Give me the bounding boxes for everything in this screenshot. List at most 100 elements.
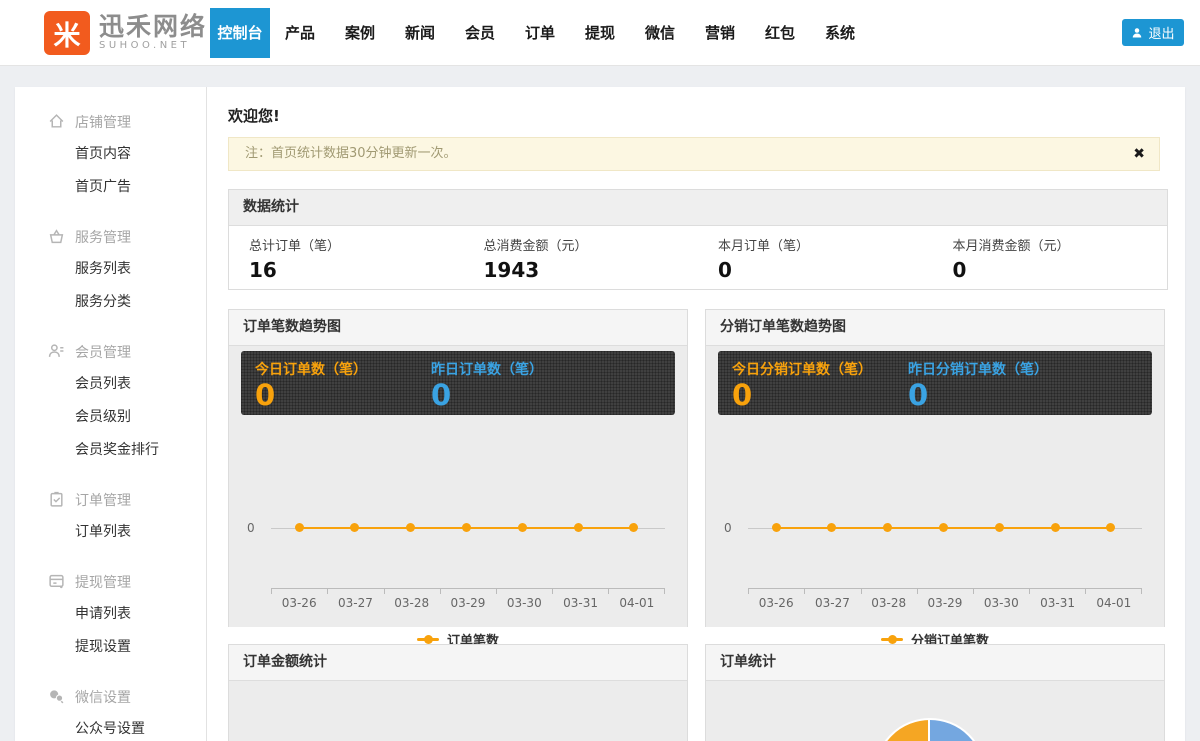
stat-value: 1943 xyxy=(484,258,699,282)
pie-chart xyxy=(874,718,986,741)
notice-bar: 注：首页统计数据30分钟更新一次。 ✖ xyxy=(228,137,1160,171)
x-tick-label: 03-27 xyxy=(804,596,860,610)
data-point xyxy=(883,523,892,532)
y-axis-zero-label: 0 xyxy=(247,521,255,535)
x-tick-label: 03-31 xyxy=(1029,596,1085,610)
data-point xyxy=(995,523,1004,532)
dist-trend-summary-box: 今日分销订单数（笔） 0 昨日分销订单数（笔） 0 xyxy=(718,351,1152,415)
data-point xyxy=(939,523,948,532)
x-tick-label: 03-27 xyxy=(327,596,383,610)
brand-name-cn: 迅禾网络 xyxy=(99,14,207,40)
stats-panel-title: 数据统计 xyxy=(229,190,1167,226)
axis-tick xyxy=(327,589,328,594)
close-icon[interactable]: ✖ xyxy=(1133,138,1145,170)
sidebar-item-official-account-settings[interactable]: 公众号设置 xyxy=(15,713,206,741)
sidebar-section-service: 服务管理 服务列表 服务分类 xyxy=(15,220,206,319)
notice-text: 注：首页统计数据30分钟更新一次。 xyxy=(245,146,457,161)
sidebar-section-shop: 店铺管理 首页内容 首页广告 xyxy=(15,105,206,204)
sidebar-item-apply-list[interactable]: 申请列表 xyxy=(15,598,206,631)
order-stat-chart-area xyxy=(706,681,1164,741)
axis-tick xyxy=(664,589,665,594)
stats-body: 总计订单（笔） 16 总消费金额（元） 1943 本月订单（笔） 0 本月消费金… xyxy=(229,226,1167,290)
sidebar-section-title: 会员管理 xyxy=(75,342,131,362)
brand-logo[interactable]: 米 迅禾网络 SUHOO.NET xyxy=(44,11,207,55)
sidebar-section-member: 会员管理 会员列表 会员级别 会员奖金排行 xyxy=(15,335,206,467)
brand-name-en: SUHOO.NET xyxy=(99,40,207,52)
nav-item-console[interactable]: 控制台 xyxy=(210,8,270,58)
sidebar-item-homepage-content[interactable]: 首页内容 xyxy=(15,138,206,171)
dist-trend-title: 分销订单笔数趋势图 xyxy=(706,310,1164,346)
logout-button[interactable]: 退出 xyxy=(1122,19,1184,46)
axis-tick xyxy=(1029,589,1030,594)
axis-tick xyxy=(973,589,974,594)
stat-month-amount: 本月消费金额（元） 0 xyxy=(933,226,1168,290)
sidebar-item-service-category[interactable]: 服务分类 xyxy=(15,286,206,319)
today-dist-orders-value: 0 xyxy=(732,379,872,411)
data-point xyxy=(574,523,583,532)
sidebar-header-member: 会员管理 xyxy=(15,335,206,368)
order-trend-panel: 订单笔数趋势图 今日订单数（笔） 0 昨日订单数（笔） 0 0 xyxy=(228,309,688,627)
brand-text: 迅禾网络 SUHOO.NET xyxy=(99,14,207,52)
yesterday-orders: 昨日订单数（笔） 0 xyxy=(431,359,543,411)
x-tick-label: 03-29 xyxy=(440,596,496,610)
sidebar-item-member-bonus-rank[interactable]: 会员奖金排行 xyxy=(15,434,206,467)
today-orders-value: 0 xyxy=(255,379,367,411)
sidebar-item-service-list[interactable]: 服务列表 xyxy=(15,253,206,286)
axis-tick xyxy=(804,589,805,594)
x-tick-label: 03-31 xyxy=(552,596,608,610)
order-amount-panel: 订单金额统计 xyxy=(228,644,688,741)
dist-trend-panel: 分销订单笔数趋势图 今日分销订单数（笔） 0 昨日分销订单数（笔） 0 0 xyxy=(705,309,1165,627)
sidebar-header-withdraw: 提现管理 xyxy=(15,565,206,598)
axis-tick xyxy=(496,589,497,594)
axis-tick xyxy=(552,589,553,594)
x-axis xyxy=(271,588,665,589)
axis-tick xyxy=(440,589,441,594)
nav-item-orders[interactable]: 订单 xyxy=(510,8,570,58)
data-point xyxy=(350,523,359,532)
nav-item-news[interactable]: 新闻 xyxy=(390,8,450,58)
x-tick-label: 03-30 xyxy=(973,596,1029,610)
nav-item-wechat[interactable]: 微信 xyxy=(630,8,690,58)
clipboard-check-icon xyxy=(48,491,65,508)
nav-item-system[interactable]: 系统 xyxy=(810,8,870,58)
yesterday-dist-orders-value: 0 xyxy=(908,379,1048,411)
data-point xyxy=(518,523,527,532)
data-point xyxy=(772,523,781,532)
data-point xyxy=(827,523,836,532)
nav-item-products[interactable]: 产品 xyxy=(270,8,330,58)
logout-label: 退出 xyxy=(1148,23,1174,42)
sidebar-section-title: 店铺管理 xyxy=(75,112,131,132)
nav-item-cases[interactable]: 案例 xyxy=(330,8,390,58)
sidebar-item-member-list[interactable]: 会员列表 xyxy=(15,368,206,401)
basket-icon xyxy=(48,228,65,245)
person-icon xyxy=(1131,27,1143,39)
top-bar: 米 迅禾网络 SUHOO.NET 控制台 产品 案例 新闻 会员 订单 提现 微… xyxy=(0,0,1200,66)
logo-icon: 米 xyxy=(44,11,90,55)
today-dist-orders: 今日分销订单数（笔） 0 xyxy=(732,359,872,411)
sidebar-item-order-list[interactable]: 订单列表 xyxy=(15,516,206,549)
main-content: 欢迎您! 注：首页统计数据30分钟更新一次。 ✖ 数据统计 总计订单（笔） 16… xyxy=(207,87,1185,741)
nav-item-marketing[interactable]: 营销 xyxy=(690,8,750,58)
data-point xyxy=(295,523,304,532)
sidebar-section-withdraw: 提现管理 申请列表 提现设置 xyxy=(15,565,206,664)
yesterday-orders-value: 0 xyxy=(431,379,543,411)
nav-item-members[interactable]: 会员 xyxy=(450,8,510,58)
axis-tick xyxy=(271,589,272,594)
x-tick-label: 03-30 xyxy=(496,596,552,610)
sidebar-header-service: 服务管理 xyxy=(15,220,206,253)
x-tick-label: 04-01 xyxy=(609,596,665,610)
sidebar-header-wechat: 微信设置 xyxy=(15,680,206,713)
sidebar-item-homepage-ads[interactable]: 首页广告 xyxy=(15,171,206,204)
sidebar-item-member-level[interactable]: 会员级别 xyxy=(15,401,206,434)
axis-tick xyxy=(608,589,609,594)
nav-item-withdraw[interactable]: 提现 xyxy=(570,8,630,58)
today-orders-label: 今日订单数（笔） xyxy=(255,359,367,379)
order-stat-panel: 订单统计 xyxy=(705,644,1165,741)
sidebar-header-shop: 店铺管理 xyxy=(15,105,206,138)
nav-item-redpacket[interactable]: 红包 xyxy=(750,8,810,58)
data-point xyxy=(406,523,415,532)
axis-tick xyxy=(861,589,862,594)
sidebar-section-title: 服务管理 xyxy=(75,227,131,247)
sidebar-item-withdraw-settings[interactable]: 提现设置 xyxy=(15,631,206,664)
sidebar-header-order: 订单管理 xyxy=(15,483,206,516)
